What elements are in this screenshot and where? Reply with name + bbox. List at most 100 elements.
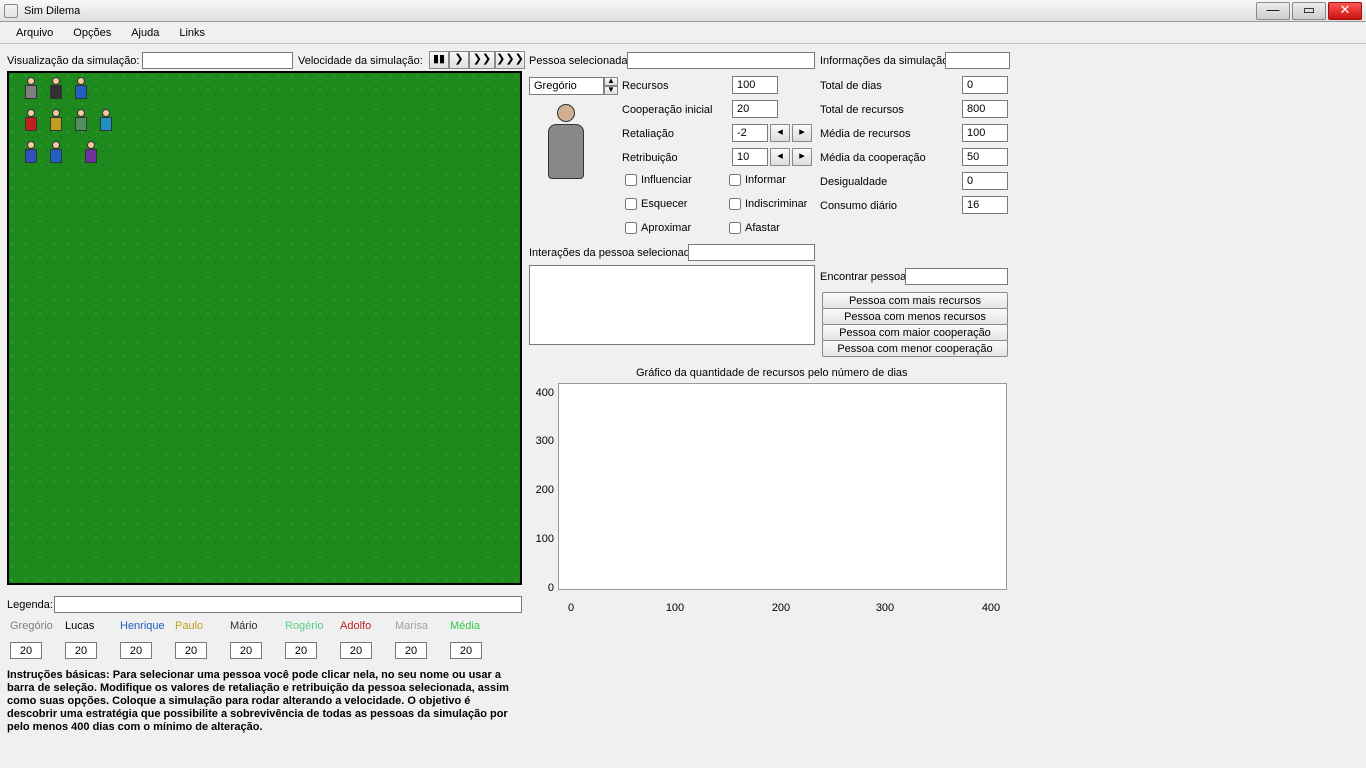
menu-ajuda[interactable]: Ajuda [121,24,169,42]
chk-aproximar[interactable]: Aproximar [625,222,691,234]
maximize-button[interactable]: ▭ [1292,2,1326,20]
sprite-mário[interactable] [44,109,68,137]
lbl-consumo: Consumo diário [820,200,897,212]
val-consumo: 16 [962,196,1008,214]
sprite-adolfo[interactable] [94,109,118,137]
x-tick-400: 400 [976,602,1006,614]
legend-value-adolfo [337,640,392,661]
minimize-button[interactable]: — [1256,2,1290,20]
retal-inc[interactable]: ▸ [792,124,812,142]
retrib-inc[interactable]: ▸ [792,148,812,166]
legend-name-rogério[interactable]: Rogério [282,618,337,634]
chk-informar[interactable]: Informar [729,174,786,186]
legend-name-adolfo[interactable]: Adolfo [337,618,392,634]
x-tick-0: 0 [556,602,586,614]
sprite-henrique[interactable] [69,77,93,105]
sprite-lucas[interactable] [44,77,68,105]
interacoes-list[interactable] [529,265,815,345]
person-select-down[interactable]: ▼ [604,86,618,95]
visualizacao-field [142,52,293,69]
legend-value-marisa [392,640,447,661]
legend-name-marisa[interactable]: Marisa [392,618,447,634]
speed-2[interactable]: ❯❯ [469,51,495,69]
val-retrib[interactable]: 10 [732,148,768,166]
retal-dec[interactable]: ◂ [770,124,790,142]
label-info-sim: Informações da simulação: [820,55,951,67]
val-coop: 20 [732,100,778,118]
speed-pause[interactable]: ▮▮ [429,51,449,69]
app-icon [4,4,18,18]
label-interacoes: Interações da pessoa selecionada: [529,247,699,259]
legend-table: GregórioLucasHenriquePauloMárioRogérioAd… [7,618,502,661]
y-tick-100: 100 [528,533,554,545]
chk-influenciar[interactable]: Influenciar [625,174,692,186]
lbl-mediacoop: Média da cooperação [820,152,926,164]
val-desig: 0 [962,172,1008,190]
btn-mais-recursos[interactable]: Pessoa com mais recursos [822,292,1008,309]
legend-name-média[interactable]: Média [447,618,502,634]
sprite-rogério[interactable] [69,109,93,137]
menubar: Arquivo Opções Ajuda Links [0,22,1366,44]
interacoes-back [688,244,815,261]
lbl-totrec: Total de recursos [820,104,904,116]
titlebar: Sim Dilema — ▭ ✕ [0,0,1366,22]
legend-name-mário[interactable]: Mário [227,618,282,634]
legend-name-paulo[interactable]: Paulo [172,618,227,634]
instructions-text: Instruções básicas: Para selecionar uma … [7,669,523,734]
sprite-paulo[interactable] [19,109,43,137]
sprite-gregório[interactable] [19,77,43,105]
menu-links[interactable]: Links [169,24,215,42]
val-dias: 0 [962,76,1008,94]
menu-arquivo[interactable]: Arquivo [6,24,63,42]
btn-menos-recursos[interactable]: Pessoa com menos recursos [822,308,1008,325]
btn-maior-coop[interactable]: Pessoa com maior cooperação [822,324,1008,341]
retrib-dec[interactable]: ◂ [770,148,790,166]
legend-value-rogério [282,640,337,661]
chart-plot [558,383,1007,590]
window-title: Sim Dilema [24,5,1254,17]
legend-name-henrique[interactable]: Henrique [117,618,172,634]
btn-menor-coop[interactable]: Pessoa com menor cooperação [822,340,1008,357]
person-select[interactable]: Gregório [529,77,604,95]
lbl-retrib: Retribuição [622,152,678,164]
legend-name-gregório[interactable]: Gregório [7,618,62,634]
legenda-back [54,596,522,613]
lbl-mediarec: Média de recursos [820,128,911,140]
info-sim-back [945,52,1010,69]
x-tick-200: 200 [766,602,796,614]
y-tick-200: 200 [528,484,554,496]
speed-3[interactable]: ❯❯❯ [495,51,525,69]
val-recursos: 100 [732,76,778,94]
lbl-recursos: Recursos [622,80,668,92]
y-tick-400: 400 [528,387,554,399]
chk-afastar[interactable]: Afastar [729,222,780,234]
label-visualizacao: Visualização da simulação: [7,55,139,67]
encontrar-back [905,268,1008,285]
speed-1[interactable]: ❯ [449,51,469,69]
sprite-p10[interactable] [79,141,103,169]
val-retal[interactable]: -2 [732,124,768,142]
val-mediacoop: 50 [962,148,1008,166]
sprite-marisa[interactable] [19,141,43,169]
legend-value-henrique [117,640,172,661]
menu-opcoes[interactable]: Opções [63,24,121,42]
label-pessoa-sel: Pessoa selecionada: [529,55,631,67]
person-portrait [548,104,584,179]
lbl-coop: Cooperação inicial [622,104,713,116]
legend-value-lucas [62,640,117,661]
val-totrec: 800 [962,100,1008,118]
lbl-desig: Desigualdade [820,176,887,188]
close-button[interactable]: ✕ [1328,2,1362,20]
chk-indiscriminar[interactable]: Indiscriminar [729,198,807,210]
legend-name-lucas[interactable]: Lucas [62,618,117,634]
simulation-canvas[interactable] [7,71,522,585]
val-mediarec: 100 [962,124,1008,142]
chk-esquecer[interactable]: Esquecer [625,198,687,210]
lbl-retal: Retaliação [622,128,674,140]
x-tick-100: 100 [660,602,690,614]
lbl-dias: Total de dias [820,80,882,92]
sprite-p9[interactable] [44,141,68,169]
legend-value-mário [227,640,282,661]
label-legenda: Legenda: [7,599,53,611]
legend-value-média [447,640,502,661]
